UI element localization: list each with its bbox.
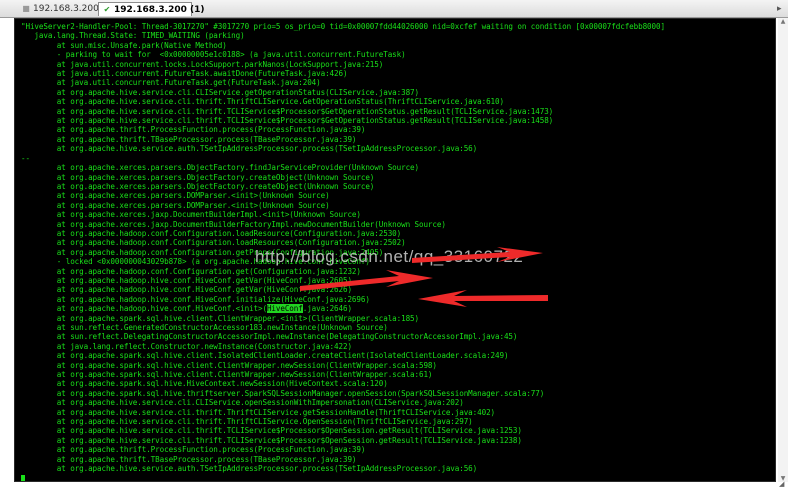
- terminal-line: at org.apache.hive.service.cli.thrift.Th…: [21, 407, 496, 417]
- terminal-line: at org.apache.xerces.parsers.ObjectFacto…: [21, 163, 419, 173]
- terminal-line: at java.util.concurrent.FutureTask.await…: [21, 69, 348, 79]
- session-tab-label: 192.168.3.200 (1): [114, 5, 205, 15]
- terminal-line: at org.apache.spark.sql.hive.client.Clie…: [21, 370, 433, 380]
- terminal-line: at org.apache.hadoop.hive.conf.HiveConf.…: [21, 285, 352, 295]
- terminal-line: --: [21, 153, 30, 163]
- terminal-line: "HiveServer2-Handler-Pool: Thread-301727…: [21, 22, 665, 31]
- terminal-line: at org.apache.hadoop.hive.conf.HiveConf.…: [21, 294, 370, 304]
- terminal-line: at org.apache.thrift.ProcessFunction.pro…: [21, 125, 366, 135]
- terminal-line: - parking to wait for <0x00000005e1c0188…: [21, 50, 406, 60]
- terminal-line: at org.apache.xerces.parsers.DOMParser.<…: [21, 191, 330, 201]
- watermark: http://blog.csdn.net/qq_33160722: [255, 247, 524, 266]
- terminal-line: at org.apache.hive.service.cli.CLIServic…: [21, 87, 419, 97]
- terminal-output[interactable]: "HiveServer2-Handler-Pool: Thread-301727…: [14, 18, 776, 482]
- tab-bar: ■ 192.168.3.200 ✔ 192.168.3.200 (1) ▸: [0, 0, 788, 18]
- search-highlight: HiveConf: [266, 304, 303, 314]
- terminal-line: at sun.reflect.GeneratedConstructorAcces…: [21, 323, 388, 332]
- terminal-cursor: [21, 474, 25, 481]
- terminal-line: at org.apache.thrift.TBaseProcessor.proc…: [21, 454, 357, 464]
- terminal-line: at org.apache.thrift.TBaseProcessor.proc…: [21, 134, 357, 144]
- terminal-line: at org.apache.hadoop.hive.conf.HiveConf.…: [21, 275, 352, 285]
- terminal-line: at java.lang.reflect.Constructor.newInst…: [21, 341, 352, 351]
- terminal-line: at org.apache.hive.service.cli.thrift.TC…: [21, 426, 522, 436]
- terminal-line: at java.util.concurrent.FutureTask.get(F…: [21, 78, 321, 88]
- check-icon: ✔: [103, 5, 111, 14]
- terminal-line-text: .java:2646): [302, 304, 352, 314]
- terminal-line: at org.apache.hadoop.hive.conf.HiveConf.…: [21, 304, 665, 314]
- terminal-line: at org.apache.spark.sql.hive.HiveContext…: [21, 379, 388, 389]
- scroll-up-icon[interactable]: ▲: [779, 18, 787, 25]
- terminal-line: at org.apache.xerces.parsers.DOMParser.<…: [21, 200, 330, 210]
- terminal-prompt-line: [21, 474, 665, 481]
- terminal-line: java.lang.Thread.State: TIMED_WAITING (p…: [21, 31, 245, 41]
- vertical-scrollbar[interactable]: ▲ ▼: [778, 18, 788, 482]
- terminal-line: at sun.misc.Unsafe.park(Native Method): [21, 40, 227, 50]
- session-tab-label: 192.168.3.200: [33, 4, 99, 14]
- terminal-line: at org.apache.xerces.jaxp.DocumentBuilde…: [21, 219, 446, 229]
- terminal-line: at org.apache.hive.service.cli.thrift.TC…: [21, 106, 554, 116]
- terminal-line: at org.apache.spark.sql.hive.client.Clie…: [21, 360, 437, 370]
- terminal-line: at org.apache.spark.sql.hive.client.Isol…: [21, 351, 509, 361]
- terminal-line: at sun.reflect.DelegatingConstructorAcce…: [21, 332, 518, 342]
- inactive-session-icon: ■: [22, 4, 30, 13]
- terminal-line: at org.apache.hive.service.cli.thrift.TC…: [21, 116, 554, 126]
- resize-corner-icon[interactable]: ◢: [779, 480, 784, 488]
- terminal-line: at org.apache.hive.service.cli.CLIServic…: [21, 398, 464, 408]
- terminal-line: at org.apache.xerces.parsers.ObjectFacto…: [21, 172, 375, 182]
- terminal-line: at org.apache.hive.service.cli.thrift.TC…: [21, 435, 522, 445]
- terminal-line: at java.util.concurrent.locks.LockSuppor…: [21, 59, 384, 69]
- terminal-line: at org.apache.spark.sql.hive.client.Clie…: [21, 313, 419, 323]
- terminal-line-text: at org.apache.hadoop.hive.conf.HiveConf.…: [21, 304, 267, 314]
- terminal-line: at org.apache.hive.service.auth.TSetIpAd…: [21, 464, 478, 474]
- terminal-line: at org.apache.xerces.parsers.ObjectFacto…: [21, 181, 375, 191]
- terminal-line: at org.apache.hive.service.auth.TSetIpAd…: [21, 144, 478, 154]
- terminal-line: at org.apache.hadoop.conf.Configuration.…: [21, 266, 361, 276]
- terminal-line: at org.apache.xerces.jaxp.DocumentBuilde…: [21, 210, 361, 220]
- terminal-line: at org.apache.hadoop.conf.Configuration.…: [21, 228, 402, 238]
- session-tab-1[interactable]: ■ 192.168.3.200: [18, 2, 99, 16]
- session-tab-2-active[interactable]: ✔ 192.168.3.200 (1): [98, 2, 205, 16]
- terminal-line: at org.apache.spark.sql.hive.thriftserve…: [21, 388, 545, 398]
- terminal-line: at org.apache.hive.service.cli.thrift.Th…: [21, 417, 473, 427]
- terminal-line: at org.apache.hive.service.cli.thrift.Th…: [21, 97, 504, 107]
- tab-scroll-right-icon[interactable]: ▸: [777, 2, 782, 16]
- terminal-line: at org.apache.thrift.ProcessFunction.pro…: [21, 445, 366, 455]
